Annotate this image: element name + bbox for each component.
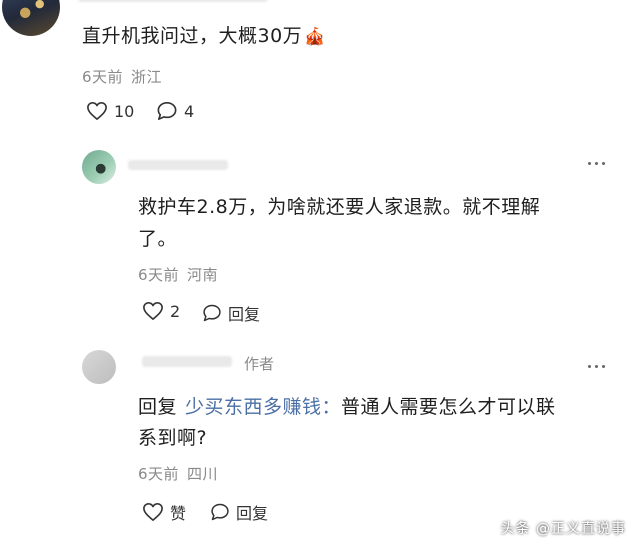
reply-label: 回复: [228, 305, 261, 324]
avatar[interactable]: [82, 350, 116, 384]
comment-meta: 6天前 四川: [138, 463, 218, 484]
username-blurred: [142, 356, 232, 367]
speech-bubble-icon: [211, 503, 229, 521]
comment-meta: 6天前 河南: [138, 264, 218, 285]
like-label: 赞: [170, 504, 187, 523]
comment-location: 四川: [187, 465, 219, 483]
reply-target-user[interactable]: 少买东西多赚钱：: [185, 396, 341, 418]
like-button[interactable]: 赞: [142, 500, 186, 524]
speech-bubble-icon: [203, 304, 221, 322]
like-button[interactable]: 10: [86, 101, 134, 121]
comment-text-line: 回复 少买东西多赚钱：普通人需要怎么才可以联: [138, 392, 556, 419]
speech-bubble-icon: [157, 102, 177, 120]
comment-text-line: 救护车2.8万，为啥就还要人家退款。就不理解: [138, 196, 541, 218]
reply-button[interactable]: 回复: [210, 500, 268, 524]
comment-time: 6天前: [138, 465, 180, 483]
comment-body: 直升机我问过，大概30万: [82, 25, 303, 47]
comment-location: 浙江: [131, 68, 163, 86]
heart-icon: [143, 503, 163, 521]
comment-text: 直升机我问过，大概30万 🎪: [82, 21, 326, 48]
heart-icon: [87, 102, 107, 120]
comment-meta: 6天前 浙江: [82, 66, 162, 87]
author-badge: 作者: [244, 355, 275, 373]
more-options-icon[interactable]: [588, 365, 605, 368]
like-button[interactable]: 2: [142, 301, 180, 321]
comment-text-line: 了。: [138, 228, 178, 250]
comment-location: 河南: [187, 266, 219, 284]
reply-button[interactable]: 回复: [202, 301, 260, 325]
comment-body: 普通人需要怎么才可以联: [341, 396, 556, 418]
reply-button[interactable]: 4: [156, 101, 194, 121]
emoji-icon: 🎪: [304, 27, 326, 47]
comment-text-line: 系到啊?: [138, 427, 208, 449]
avatar[interactable]: [82, 150, 116, 184]
watermark: 头条 @正义直说事: [500, 521, 626, 537]
avatar[interactable]: [2, 0, 60, 36]
like-count: 2: [170, 301, 181, 321]
heart-icon: [143, 302, 163, 320]
like-count: 10: [114, 101, 135, 121]
reply-label: 回复: [236, 504, 269, 523]
username-blurred: [78, 0, 268, 2]
username-blurred: [128, 160, 228, 170]
reply-count: 4: [184, 101, 195, 121]
comment-time: 6天前: [82, 68, 124, 86]
more-options-icon[interactable]: [588, 162, 605, 165]
comment-time: 6天前: [138, 266, 180, 284]
reply-prefix: 回复: [138, 396, 178, 418]
